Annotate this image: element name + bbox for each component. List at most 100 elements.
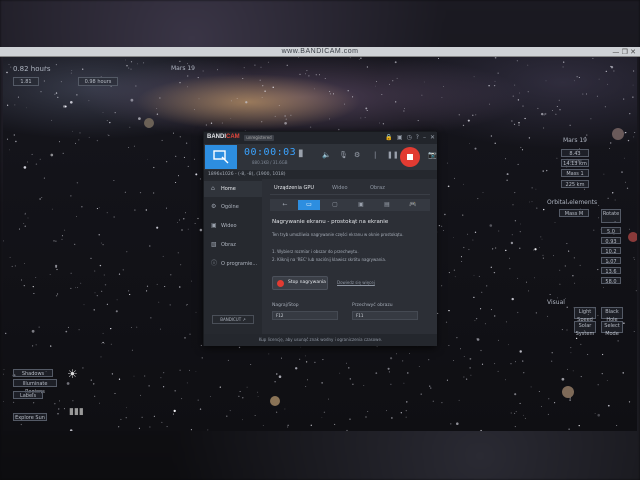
help-icon[interactable]: ? <box>416 133 419 143</box>
mode-rectangle-icon[interactable]: ▭ <box>298 200 320 210</box>
black-hole-button[interactable]: Black Hole <box>601 307 623 323</box>
star <box>323 411 326 413</box>
star <box>66 382 70 385</box>
val-2[interactable]: 0.93 <box>601 237 621 245</box>
hotkey-record-field[interactable]: F12 <box>272 311 338 320</box>
star <box>25 212 26 214</box>
star <box>60 81 62 83</box>
clock-icon[interactable]: ◷ <box>407 133 412 143</box>
star <box>17 96 19 98</box>
star <box>174 389 177 392</box>
camera-icon[interactable]: 📷 <box>428 151 437 159</box>
sun-icon[interactable]: ☀ <box>67 367 78 381</box>
planet[interactable] <box>270 396 280 406</box>
val-1[interactable]: 5.0 <box>601 227 621 235</box>
nav-about[interactable]: ⓘ O programie... <box>204 256 262 272</box>
star <box>460 348 461 350</box>
star <box>375 85 376 87</box>
explore-sun-button[interactable]: Explore Sun <box>13 413 47 421</box>
nav-home[interactable]: ⌂ Home <box>204 181 262 197</box>
planet[interactable] <box>628 232 637 242</box>
webcam-icon[interactable]: ▮ <box>298 148 304 159</box>
select-mode-button[interactable]: Select Mode <box>601 321 623 337</box>
mic-settings-icon[interactable]: ⚙ <box>354 151 360 159</box>
screen-mode-button[interactable] <box>205 145 237 169</box>
folder-icon[interactable]: ▣ <box>397 133 403 143</box>
star <box>130 98 134 102</box>
star <box>607 404 610 407</box>
mode-device-icon[interactable]: ▤ <box>376 200 398 210</box>
star <box>114 393 116 395</box>
star <box>67 326 69 328</box>
stop-recording-button[interactable]: Stop nagrywania <box>272 276 328 290</box>
star <box>505 321 507 323</box>
mode-back-icon[interactable]: ← <box>274 200 296 210</box>
star <box>623 322 625 324</box>
speaker-icon[interactable]: 🔈 <box>322 151 331 159</box>
nav-general[interactable]: ⚙ Ogólne <box>204 199 262 215</box>
tab-image[interactable]: Obraz <box>370 185 385 191</box>
right-box-1[interactable]: 8.43 hours <box>561 149 589 165</box>
tab-video[interactable]: Wideo <box>332 185 348 191</box>
nav-image[interactable]: ▧ Obraz <box>204 237 262 253</box>
hud-box-1[interactable]: 1.81 <box>13 77 39 86</box>
star <box>538 246 540 248</box>
nav-video[interactable]: ▣ Wideo <box>204 218 262 234</box>
illuminate-toggle[interactable]: Illuminate Regions <box>13 379 57 395</box>
labels-toggle[interactable]: Labels <box>13 391 43 399</box>
planet[interactable] <box>612 128 624 140</box>
val-3[interactable]: 10.2 <box>601 247 621 255</box>
stop-record-button[interactable] <box>400 147 420 167</box>
val-5[interactable]: 13.6 <box>601 267 621 275</box>
unregistered-badge[interactable]: unregistered <box>244 135 274 141</box>
license-notice[interactable]: Kup licencję, aby usunąć znak wodny i og… <box>204 334 437 346</box>
solar-system-button[interactable]: Solar System <box>574 321 596 337</box>
mode-game-icon[interactable]: 🎮 <box>402 200 424 210</box>
star <box>623 98 625 100</box>
star <box>242 419 243 421</box>
light-speed-button[interactable]: Light Speed <box>574 307 596 323</box>
star <box>523 372 525 374</box>
star <box>402 360 404 362</box>
planet[interactable] <box>562 386 574 398</box>
star <box>498 230 500 232</box>
close-icon[interactable]: ✕ <box>430 133 435 143</box>
right-box-3[interactable]: Mass 1 <box>561 169 589 177</box>
hotkey-capture-field[interactable]: F11 <box>352 311 418 320</box>
pause-icon[interactable]: ❚❚ <box>387 151 399 159</box>
mode-cursor-icon[interactable]: ▣ <box>350 200 372 210</box>
star <box>161 139 163 141</box>
hud-box-2[interactable]: 0.98 hours <box>78 77 118 86</box>
window-controls[interactable]: — ❐ ✕ <box>612 48 636 56</box>
bandicut-button[interactable]: BANDICUT ↗ <box>212 315 254 324</box>
tab-gpu[interactable]: Urządzenia GPU <box>274 185 314 191</box>
star <box>257 396 259 398</box>
mic-icon[interactable]: 🎙 <box>339 151 348 159</box>
learn-more-link[interactable]: Dowiedz się więcej <box>337 280 375 285</box>
star <box>559 269 561 271</box>
minimize-icon[interactable]: – <box>423 133 426 143</box>
star <box>458 114 460 116</box>
star <box>514 393 517 396</box>
star <box>541 406 542 407</box>
mass-box[interactable]: Mass M <box>559 209 589 217</box>
bandicam-titlebar: BANDICAM unregistered 🔒 ▣ ◷ ? – ✕ <box>204 132 437 144</box>
star <box>460 256 463 258</box>
star <box>554 402 556 404</box>
star <box>570 352 572 354</box>
chart-icon[interactable]: ▮▮▮ <box>69 407 84 417</box>
mode-fullscreen-icon[interactable]: ▢ <box>324 200 346 210</box>
planet[interactable] <box>144 118 154 128</box>
rotate-box[interactable]: Rotate <box>601 209 621 223</box>
val-4[interactable]: 1.07 <box>601 257 621 265</box>
right-box-4[interactable]: 225 km <box>561 180 589 188</box>
lock-icon[interactable]: 🔒 <box>385 133 392 143</box>
shadows-toggle[interactable]: Shadows <box>13 369 53 377</box>
target-info[interactable]: 1896x1026 - (-8, -8), (1900, 1018) <box>204 170 437 179</box>
star <box>517 277 519 279</box>
mode-description: Ten tryb umożliwia nagrywanie części ekr… <box>272 232 404 237</box>
val-6[interactable]: 58.0 <box>601 277 621 285</box>
star <box>610 142 612 144</box>
right-box-2[interactable]: 14.13 km <box>561 159 589 167</box>
star <box>423 81 425 83</box>
